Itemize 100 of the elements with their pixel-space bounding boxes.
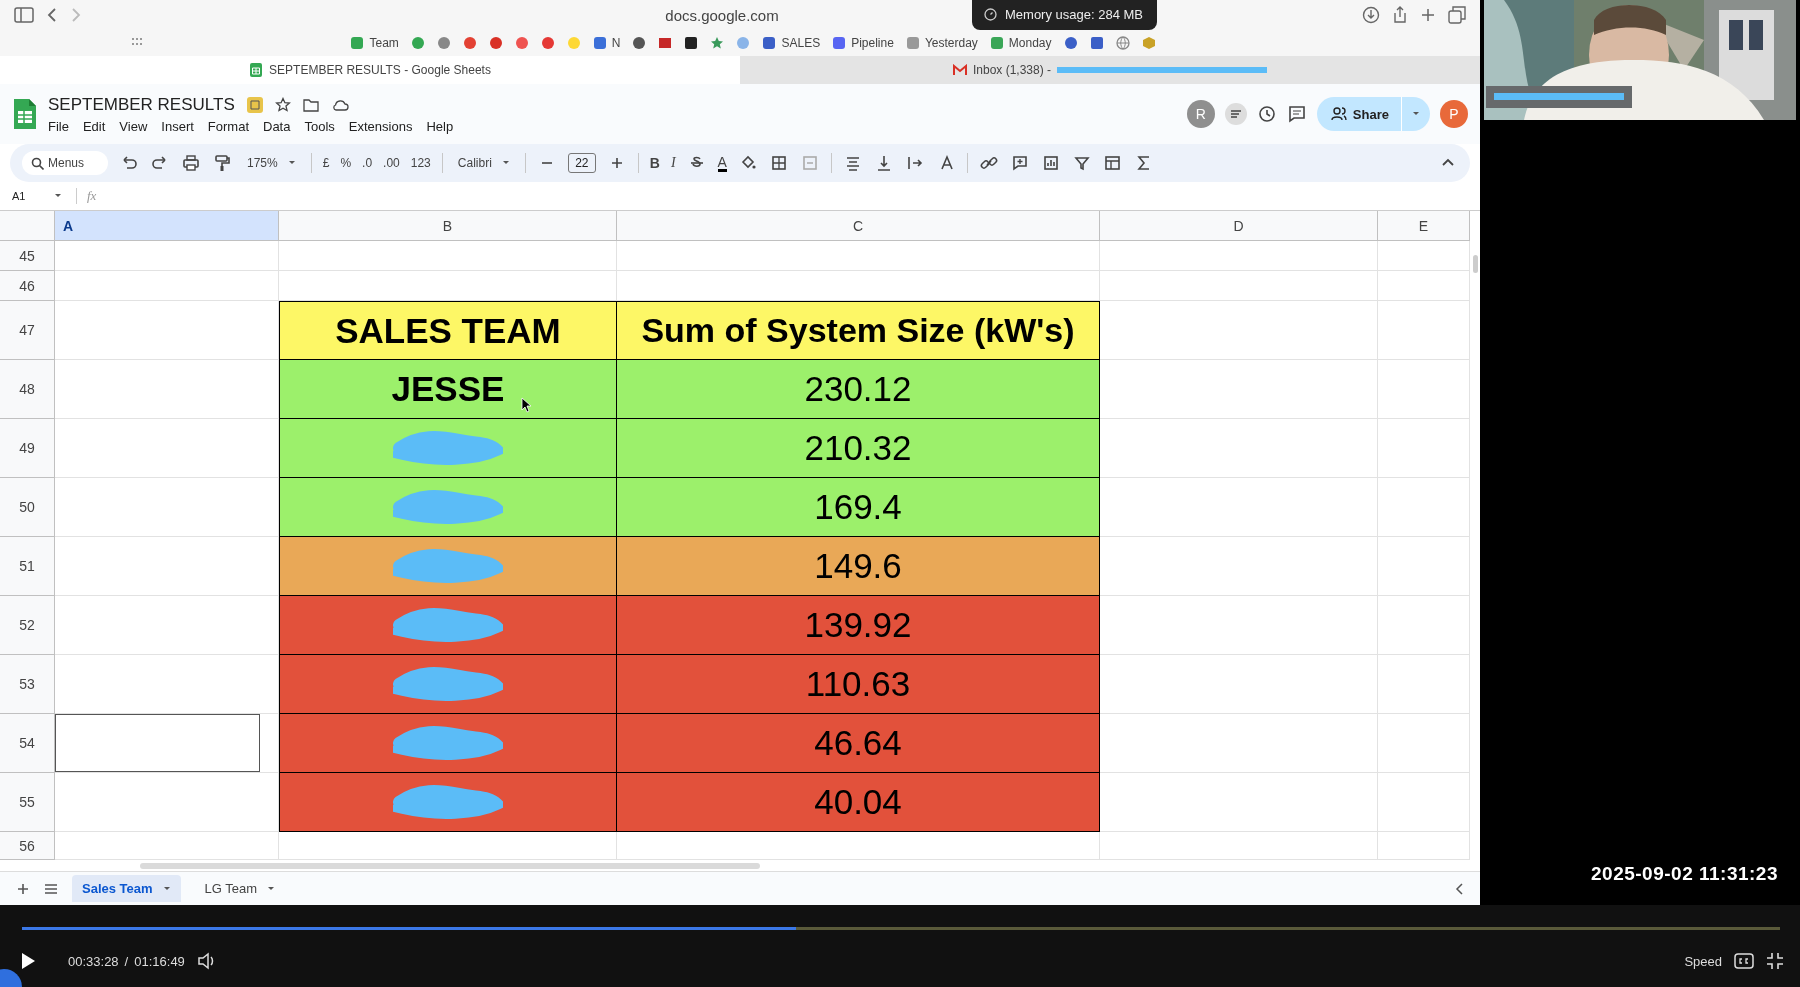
all-sheets-icon[interactable] <box>44 881 58 896</box>
bookmark-icon[interactable] <box>632 36 647 50</box>
grid-cell[interactable] <box>1378 241 1470 271</box>
row-number[interactable]: 52 <box>0 596 55 655</box>
bookmark[interactable]: SALES <box>762 36 821 50</box>
toolbar-dropdown[interactable]: 175% <box>243 154 300 172</box>
grid-cell[interactable] <box>1378 537 1470 596</box>
history-icon[interactable] <box>1256 104 1277 124</box>
scrollbar-thumb[interactable] <box>1473 255 1478 273</box>
column-header[interactable]: B <box>279 211 617 241</box>
menu-item[interactable]: Data <box>263 118 291 134</box>
grid-cell[interactable] <box>1100 832 1378 860</box>
row-number[interactable]: 53 <box>0 655 55 714</box>
sheets-logo-icon[interactable] <box>12 97 38 131</box>
grid-cell[interactable] <box>1100 655 1378 714</box>
menus-search-field[interactable]: Menus <box>22 151 108 175</box>
cell-reference-field[interactable]: A1 <box>8 188 66 204</box>
grid-cell[interactable] <box>1378 655 1470 714</box>
column-header[interactable]: C <box>617 211 1100 241</box>
row-number[interactable]: 49 <box>0 419 55 478</box>
bookmark[interactable]: Monday <box>989 36 1052 50</box>
format-button[interactable]: 123 <box>410 156 431 170</box>
grid-cell[interactable] <box>1378 271 1470 301</box>
share-icon[interactable] <box>1392 6 1408 24</box>
font-size-field[interactable]: 22 <box>567 153 596 173</box>
toolbar-dropdown[interactable]: Calibri <box>453 154 514 172</box>
bookmark[interactable]: Yesterday <box>905 36 978 50</box>
row-number[interactable]: 54 <box>0 714 55 773</box>
grid-cell[interactable] <box>279 832 617 860</box>
cloud-icon[interactable] <box>330 97 349 112</box>
grid-cell[interactable] <box>1378 832 1470 860</box>
menu-item[interactable]: Edit <box>82 118 106 134</box>
menu-item[interactable]: Extensions <box>348 118 413 134</box>
column-header[interactable]: E <box>1378 211 1470 241</box>
select-all-corner[interactable] <box>0 211 55 241</box>
italic-button[interactable]: I <box>670 155 676 171</box>
grid-cell[interactable] <box>1378 301 1470 360</box>
menu-item[interactable]: View <box>119 118 148 134</box>
grid-cell[interactable] <box>279 241 617 271</box>
document-title[interactable]: SEPTEMBER RESULTS <box>48 94 235 115</box>
sheet-tab[interactable]: Sales Team <box>72 875 181 902</box>
row-number[interactable]: 55 <box>0 773 55 832</box>
share-button[interactable]: Share <box>1316 97 1430 131</box>
comments-list-icon[interactable] <box>1224 103 1247 125</box>
grid-cell[interactable] <box>1378 360 1470 419</box>
format-button[interactable]: .0 <box>362 156 373 170</box>
sheet-tab[interactable]: LG Team <box>194 875 286 902</box>
menu-item[interactable]: Format <box>207 118 249 134</box>
selected-cell[interactable] <box>55 714 260 772</box>
bookmark-icon[interactable] <box>684 36 699 50</box>
grid-cell[interactable] <box>617 241 1100 271</box>
sheet-badge-icon[interactable] <box>246 96 263 113</box>
row-number[interactable]: 48 <box>0 360 55 419</box>
scroll-left-icon[interactable] <box>1454 881 1464 896</box>
paint-format-icon[interactable] <box>212 153 232 173</box>
grid-cell[interactable] <box>1378 419 1470 478</box>
browser-tab[interactable]: Inbox (1,338) - <box>740 56 1480 84</box>
row-number[interactable]: 46 <box>0 271 55 301</box>
grid-cell[interactable] <box>55 832 279 860</box>
row-number[interactable]: 51 <box>0 537 55 596</box>
column-header[interactable]: A <box>55 211 279 241</box>
format-button[interactable]: £ <box>322 156 330 170</box>
format-button[interactable]: % <box>340 156 352 170</box>
grid-cell[interactable] <box>1100 360 1378 419</box>
download-icon[interactable] <box>1362 6 1380 24</box>
scrollbar-thumb[interactable] <box>140 863 760 869</box>
grid-cell[interactable] <box>1100 271 1378 301</box>
play-icon[interactable] <box>20 952 36 970</box>
back-icon[interactable] <box>46 7 58 23</box>
bookmark[interactable]: N <box>592 36 621 50</box>
grid-cell[interactable] <box>55 241 279 271</box>
row-number[interactable]: 45 <box>0 241 55 271</box>
row-number[interactable]: 56 <box>0 832 55 860</box>
menu-item[interactable]: Insert <box>161 118 194 134</box>
forward-icon[interactable] <box>70 7 82 23</box>
menu-item[interactable]: File <box>48 118 69 134</box>
bold-button[interactable]: B <box>649 155 660 171</box>
table-view-icon[interactable] <box>1102 153 1123 173</box>
text-color-button[interactable]: A <box>717 154 727 172</box>
menu-item[interactable]: Tools <box>304 118 335 134</box>
grid-cell[interactable] <box>1378 478 1470 537</box>
row-number[interactable]: 47 <box>0 301 55 360</box>
grid-cell[interactable] <box>1100 537 1378 596</box>
format-button[interactable]: .00 <box>383 156 400 170</box>
grid-cell[interactable] <box>1378 714 1470 773</box>
column-header[interactable]: D <box>1100 211 1378 241</box>
grid-cell[interactable] <box>1100 714 1378 773</box>
globe-icon[interactable] <box>1115 36 1130 50</box>
folder-icon[interactable] <box>302 96 319 113</box>
star-outline-icon[interactable] <box>274 96 291 113</box>
row-number[interactable]: 50 <box>0 478 55 537</box>
captions-icon[interactable] <box>1734 953 1754 969</box>
grid-cell[interactable] <box>1378 773 1470 832</box>
print-icon[interactable] <box>181 153 201 173</box>
grid-cell[interactable] <box>1100 773 1378 832</box>
bookmark[interactable]: Team <box>350 36 399 50</box>
address-bar[interactable]: docs.google.com <box>665 6 779 24</box>
grid-cell[interactable] <box>1100 596 1378 655</box>
bookmark[interactable]: Pipeline <box>832 36 894 50</box>
grid-cell[interactable] <box>1100 419 1378 478</box>
